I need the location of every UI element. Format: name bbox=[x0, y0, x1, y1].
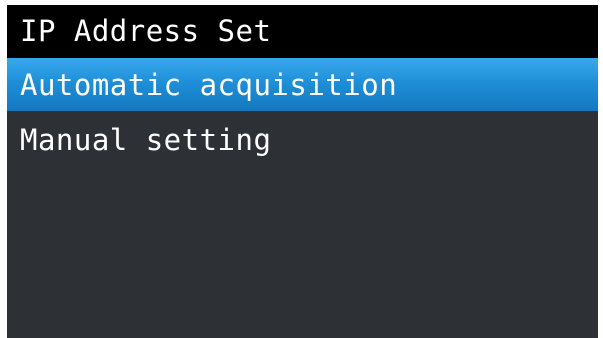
screen-title: IP Address Set bbox=[20, 14, 272, 48]
title-bar: IP Address Set bbox=[7, 5, 598, 58]
lcd-screen: IP Address Set Automatic acquisition Man… bbox=[7, 5, 598, 338]
menu-item-automatic-acquisition[interactable]: Automatic acquisition bbox=[7, 58, 598, 111]
menu-item-manual-setting[interactable]: Manual setting bbox=[7, 113, 598, 166]
menu-item-label: Automatic acquisition bbox=[20, 68, 398, 102]
menu-item-label: Manual setting bbox=[20, 123, 272, 157]
